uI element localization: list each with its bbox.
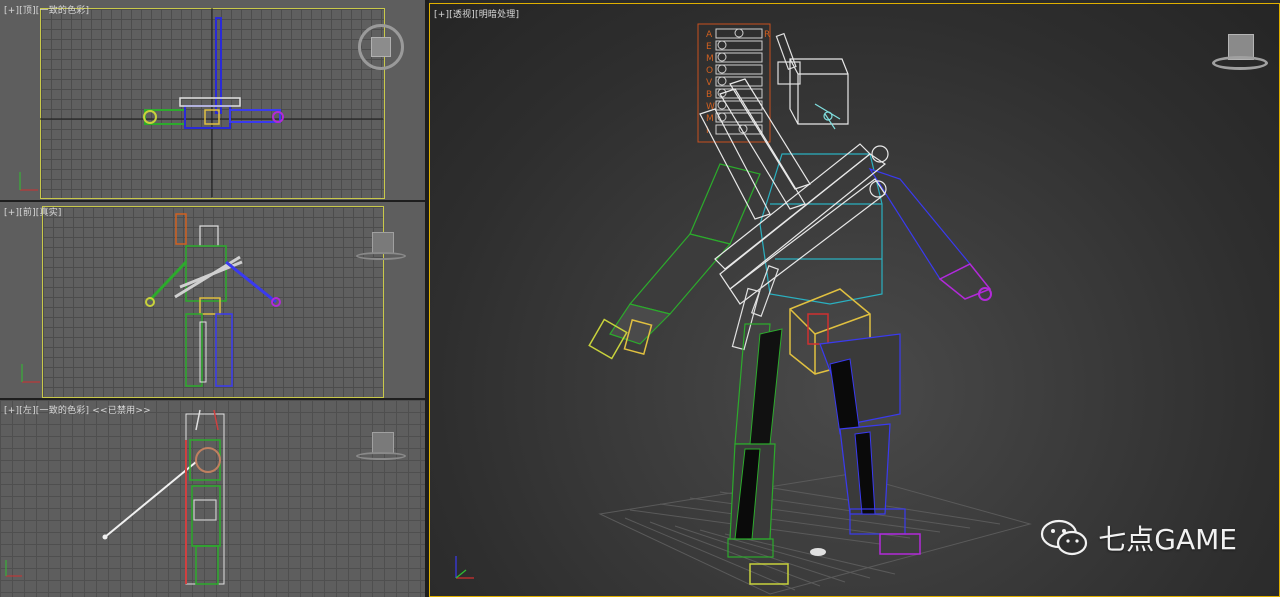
rig-letter: M [706,54,714,64]
right-leg [819,333,921,555]
viewport-perspective[interactable]: [+][透视][明暗处理] A E M O V B W M I R 七点GAME [429,3,1280,597]
viewport-divider-h1[interactable] [0,200,425,202]
left-leg [727,323,789,585]
viewcube-face [371,37,391,57]
rig-letter: B [706,90,712,100]
left-view-wireframe [5,409,225,585]
rig-letter: R [764,30,770,40]
head [789,58,849,125]
viewport-divider-h2[interactable] [0,398,425,400]
viewcube-ring [1212,56,1268,70]
right-arm [868,167,992,301]
viewcube-face [372,232,394,254]
viewcube-icon[interactable] [358,24,404,70]
perspective-wireframe: A E M O V B W M I R [455,23,1032,595]
rig-letter: M [706,114,714,124]
wechat-icon [1041,519,1088,556]
viewport-front[interactable]: [+][前][真实] [0,202,425,398]
axis-gizmo [455,556,474,579]
face-rig [814,103,841,130]
viewcube-icon[interactable] [356,432,406,462]
rig-letter: A [706,30,713,40]
viewcube-icon[interactable] [356,232,406,262]
watermark: 七点GAME [1040,518,1237,558]
torso [759,153,883,305]
rig-letter: O [706,66,713,76]
viewcube-ring [356,452,406,460]
viewport-top[interactable]: [+][顶][一致的色彩] [0,0,425,200]
viewport-left[interactable]: [+][左][一致的色彩] <<已禁用>> [0,400,425,597]
rig-letter: V [706,78,713,88]
pivot-point [810,548,826,556]
floor-grid [598,473,1032,595]
watermark-text: 七点GAME [1098,523,1237,556]
rig-letter: E [706,42,712,52]
top-view-wireframe [19,8,383,197]
viewcube-face [372,432,394,454]
viewcube-ring [356,252,406,260]
viewcube-icon[interactable] [1212,34,1268,72]
